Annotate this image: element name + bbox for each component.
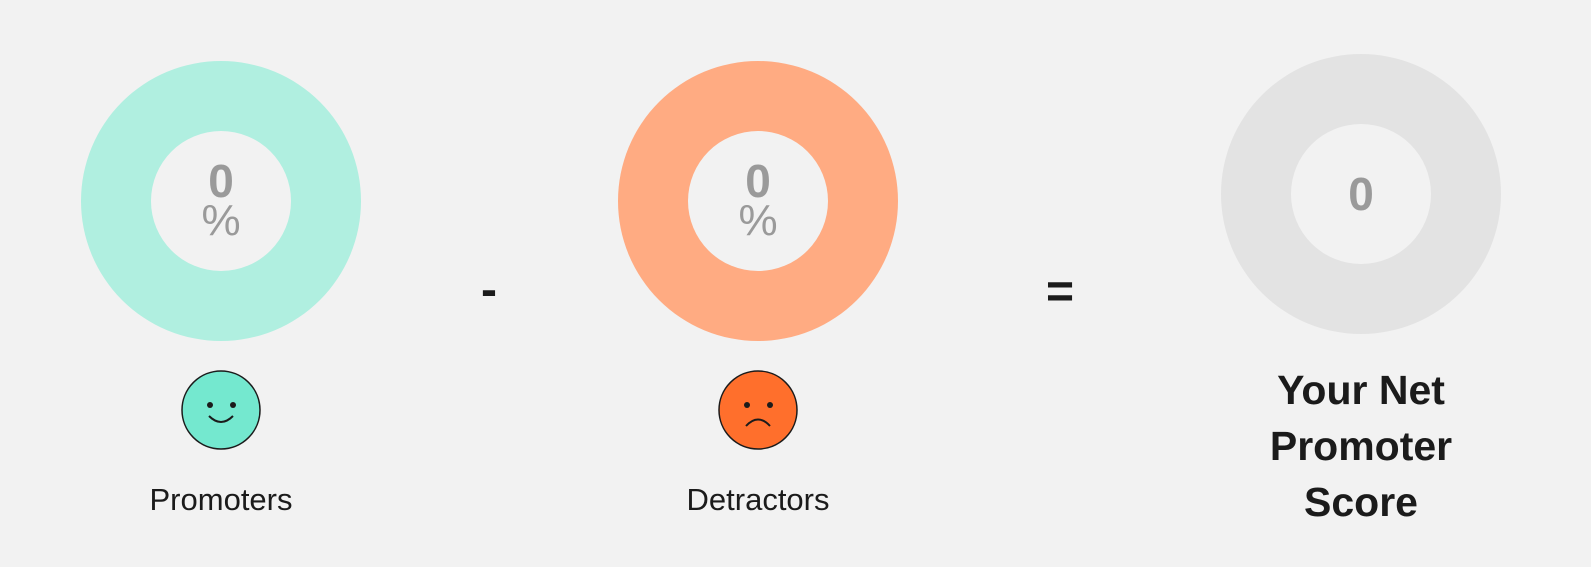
score-donut: 0 <box>1221 54 1501 334</box>
promoters-unit: % <box>201 196 241 245</box>
promoters-donut: 0 % <box>81 61 361 341</box>
score-title: Your Net Promoter Score <box>1269 367 1453 525</box>
promoters-value-display: 0 % <box>151 131 291 271</box>
equals-operator: = <box>1045 265 1075 319</box>
detractors-label: Detractors <box>686 482 830 517</box>
detractors-unit: % <box>738 196 778 245</box>
promoters-label: Promoters <box>149 482 293 517</box>
score-value: 0 <box>1348 168 1374 220</box>
detractors-value-display: 0 % <box>688 131 828 271</box>
detractors-donut: 0 % <box>618 61 898 341</box>
smiley-happy-icon <box>181 370 261 450</box>
score-value-display: 0 <box>1291 124 1431 264</box>
detractors-value: 0 <box>745 155 771 207</box>
minus-operator: - <box>481 263 497 317</box>
promoters-value: 0 <box>208 155 234 207</box>
smiley-sad-icon <box>718 370 798 450</box>
